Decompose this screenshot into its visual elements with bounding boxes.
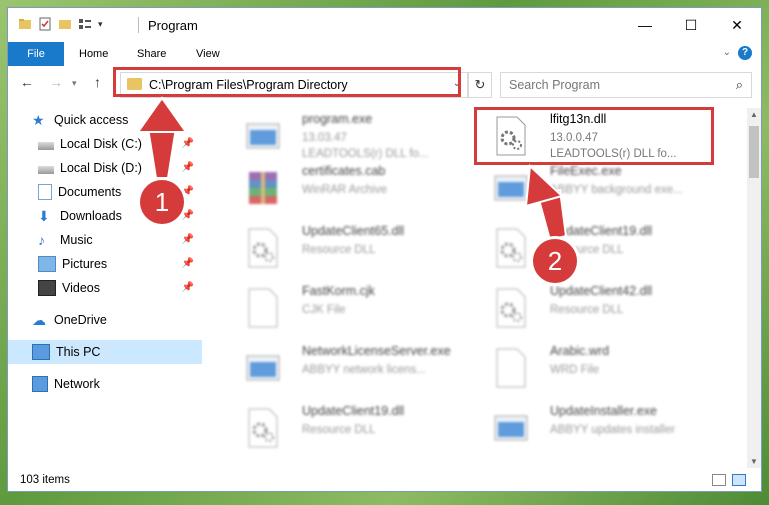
callout-arrows xyxy=(136,96,568,242)
arrow-1 xyxy=(146,127,178,179)
callout-badge-1: 1 xyxy=(140,180,184,224)
arrow-1-head xyxy=(136,96,188,133)
callout-badge-2: 2 xyxy=(533,239,577,283)
